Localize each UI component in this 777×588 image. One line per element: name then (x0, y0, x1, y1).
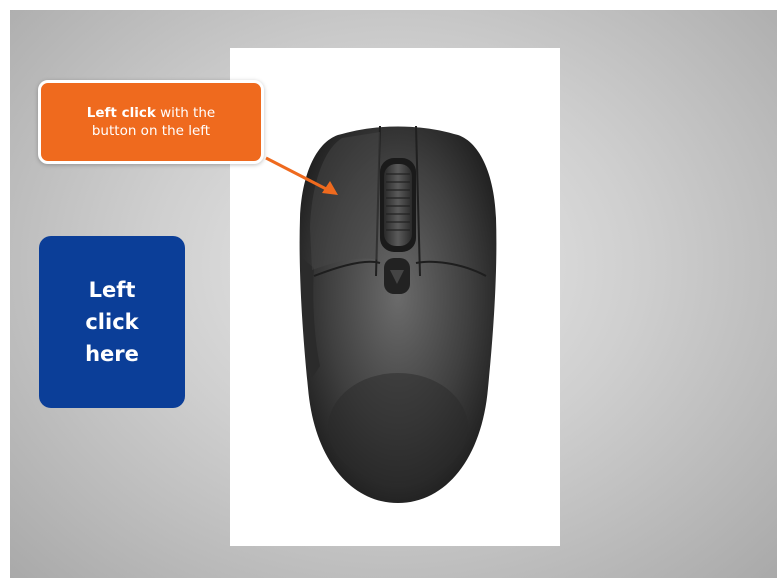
computer-mouse-image (299, 125, 497, 503)
callout-text: Left click with the button on the left (87, 104, 215, 140)
left-click-here-button[interactable]: Left click here (39, 236, 185, 408)
button-label-line1: Left (88, 278, 136, 302)
mouse-photo-card (230, 48, 560, 546)
callout-text-line2: button on the left (91, 123, 211, 139)
button-label-line2: click (85, 310, 139, 334)
callout-bold-text: Left click (86, 105, 156, 121)
left-click-callout: Left click with the button on the left (38, 80, 264, 164)
button-label-line3: here (85, 342, 139, 366)
callout-text-rest: with the (155, 105, 216, 121)
